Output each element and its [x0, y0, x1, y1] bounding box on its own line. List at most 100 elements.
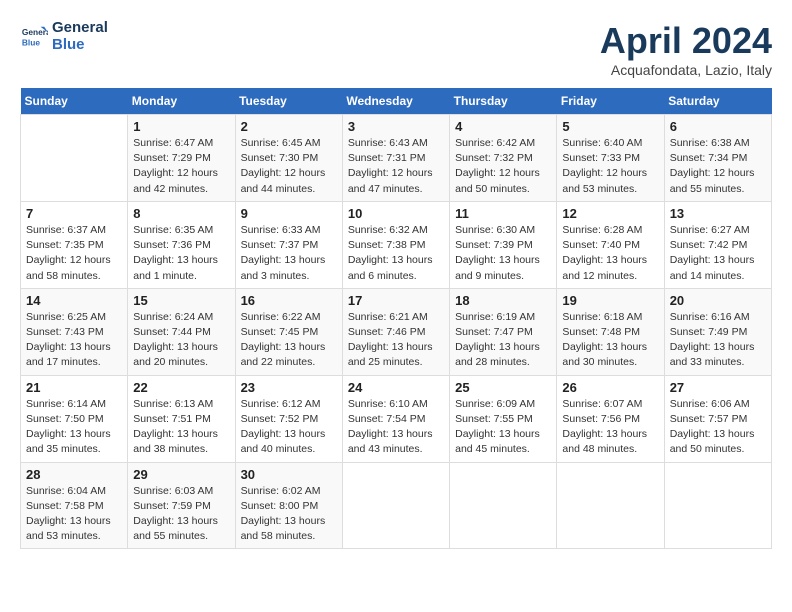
day-number: 26 — [562, 380, 658, 395]
day-info: Sunrise: 6:21 AMSunset: 7:46 PMDaylight:… — [348, 310, 444, 371]
calendar-cell: 24 Sunrise: 6:10 AMSunset: 7:54 PMDayligh… — [342, 375, 449, 462]
week-row-2: 7Sunrise: 6:37 AMSunset: 7:35 PMDaylight… — [21, 201, 772, 288]
day-info: Sunrise: 6:04 AMSunset: 7:58 PMDaylight:… — [26, 484, 122, 545]
logo-icon: General Blue — [20, 23, 48, 51]
day-info: Sunrise: 6:25 AMSunset: 7:43 PMDaylight:… — [26, 310, 122, 371]
day-number: 15 — [133, 293, 229, 308]
calendar-cell: 26 Sunrise: 6:07 AMSunset: 7:56 PMDayligh… — [557, 375, 664, 462]
day-info: Sunrise: 6:18 AMSunset: 7:48 PMDaylight:… — [562, 310, 658, 371]
day-number: 16 — [241, 293, 337, 308]
day-number: 12 — [562, 206, 658, 221]
day-info: Sunrise: 6:42 AMSunset: 7:32 PMDaylight:… — [455, 136, 551, 197]
day-info: Sunrise: 6:43 AMSunset: 7:31 PMDaylight:… — [348, 136, 444, 197]
day-info: Sunrise: 6:37 AMSunset: 7:35 PMDaylight:… — [26, 223, 122, 284]
calendar-cell: 20Sunrise: 6:16 AMSunset: 7:49 PMDayligh… — [664, 288, 771, 375]
day-info: Sunrise: 6:10 AMSunset: 7:54 PMDaylight:… — [348, 397, 444, 458]
day-info: Sunrise: 6:47 AMSunset: 7:29 PMDaylight:… — [133, 136, 229, 197]
column-header-tuesday: Tuesday — [235, 88, 342, 115]
day-info: Sunrise: 6:06 AMSunset: 7:57 PMDaylight:… — [670, 397, 766, 458]
column-header-sunday: Sunday — [21, 88, 128, 115]
day-number: 27 — [670, 380, 766, 395]
day-number: 24 — [348, 380, 444, 395]
day-info: Sunrise: 6:16 AMSunset: 7:49 PMDaylight:… — [670, 310, 766, 371]
day-info: Sunrise: 6:13 AMSunset: 7:51 PMDaylight:… — [133, 397, 229, 458]
day-info: Sunrise: 6:45 AMSunset: 7:30 PMDaylight:… — [241, 136, 337, 197]
day-number: 28 — [26, 467, 122, 482]
calendar-cell: 11Sunrise: 6:30 AMSunset: 7:39 PMDayligh… — [450, 201, 557, 288]
calendar-cell: 2 Sunrise: 6:45 AMSunset: 7:30 PMDaylight… — [235, 115, 342, 202]
day-info: Sunrise: 6:14 AMSunset: 7:50 PMDaylight:… — [26, 397, 122, 458]
month-title: April 2024 — [600, 20, 772, 62]
week-row-5: 28 Sunrise: 6:04 AMSunset: 7:58 PMDayligh… — [21, 462, 772, 549]
day-number: 4 — [455, 119, 551, 134]
calendar-cell: 25Sunrise: 6:09 AMSunset: 7:55 PMDayligh… — [450, 375, 557, 462]
day-number: 3 — [348, 119, 444, 134]
day-number: 30 — [241, 467, 337, 482]
day-info: Sunrise: 6:28 AMSunset: 7:40 PMDaylight:… — [562, 223, 658, 284]
day-number: 10 — [348, 206, 444, 221]
day-number: 13 — [670, 206, 766, 221]
day-info: Sunrise: 6:07 AMSunset: 7:56 PMDaylight:… — [562, 397, 658, 458]
header-row: SundayMondayTuesdayWednesdayThursdayFrid… — [21, 88, 772, 115]
day-info: Sunrise: 6:24 AMSunset: 7:44 PMDaylight:… — [133, 310, 229, 371]
calendar-cell: 23Sunrise: 6:12 AMSunset: 7:52 PMDayligh… — [235, 375, 342, 462]
calendar-cell: 29Sunrise: 6:03 AMSunset: 7:59 PMDayligh… — [128, 462, 235, 549]
calendar-cell: 16 Sunrise: 6:22 AMSunset: 7:45 PMDayligh… — [235, 288, 342, 375]
column-header-monday: Monday — [128, 88, 235, 115]
calendar-cell — [450, 462, 557, 549]
calendar-cell: 14 Sunrise: 6:25 AMSunset: 7:43 PMDayligh… — [21, 288, 128, 375]
calendar-cell: 7Sunrise: 6:37 AMSunset: 7:35 PMDaylight… — [21, 201, 128, 288]
day-number: 25 — [455, 380, 551, 395]
title-block: April 2024 Acquafondata, Lazio, Italy — [600, 20, 772, 78]
day-number: 6 — [670, 119, 766, 134]
calendar-table: SundayMondayTuesdayWednesdayThursdayFrid… — [20, 88, 772, 549]
calendar-cell: 27 Sunrise: 6:06 AMSunset: 7:57 PMDayligh… — [664, 375, 771, 462]
calendar-cell — [664, 462, 771, 549]
day-info: Sunrise: 6:27 AMSunset: 7:42 PMDaylight:… — [670, 223, 766, 284]
calendar-cell: 21 Sunrise: 6:14 AMSunset: 7:50 PMDayligh… — [21, 375, 128, 462]
day-info: Sunrise: 6:40 AMSunset: 7:33 PMDaylight:… — [562, 136, 658, 197]
column-header-thursday: Thursday — [450, 88, 557, 115]
calendar-cell: 19 Sunrise: 6:18 AMSunset: 7:48 PMDayligh… — [557, 288, 664, 375]
calendar-cell: 9Sunrise: 6:33 AMSunset: 7:37 PMDaylight… — [235, 201, 342, 288]
calendar-cell: 3 Sunrise: 6:43 AMSunset: 7:31 PMDaylight… — [342, 115, 449, 202]
day-number: 22 — [133, 380, 229, 395]
week-row-1: 1 Sunrise: 6:47 AMSunset: 7:29 PMDaylight… — [21, 115, 772, 202]
day-number: 19 — [562, 293, 658, 308]
calendar-cell: 28 Sunrise: 6:04 AMSunset: 7:58 PMDayligh… — [21, 462, 128, 549]
column-header-wednesday: Wednesday — [342, 88, 449, 115]
day-number: 18 — [455, 293, 551, 308]
calendar-cell — [21, 115, 128, 202]
calendar-cell: 17 Sunrise: 6:21 AMSunset: 7:46 PMDayligh… — [342, 288, 449, 375]
calendar-cell: 18 Sunrise: 6:19 AMSunset: 7:47 PMDayligh… — [450, 288, 557, 375]
calendar-cell — [342, 462, 449, 549]
day-number: 11 — [455, 206, 551, 221]
day-number: 2 — [241, 119, 337, 134]
calendar-cell: 5Sunrise: 6:40 AMSunset: 7:33 PMDaylight… — [557, 115, 664, 202]
day-number: 14 — [26, 293, 122, 308]
calendar-cell: 1 Sunrise: 6:47 AMSunset: 7:29 PMDaylight… — [128, 115, 235, 202]
calendar-cell: 22 Sunrise: 6:13 AMSunset: 7:51 PMDayligh… — [128, 375, 235, 462]
day-number: 17 — [348, 293, 444, 308]
day-info: Sunrise: 6:35 AMSunset: 7:36 PMDaylight:… — [133, 223, 229, 284]
logo-text-line2: Blue — [52, 37, 108, 54]
day-info: Sunrise: 6:32 AMSunset: 7:38 PMDaylight:… — [348, 223, 444, 284]
week-row-4: 21 Sunrise: 6:14 AMSunset: 7:50 PMDayligh… — [21, 375, 772, 462]
day-info: Sunrise: 6:22 AMSunset: 7:45 PMDaylight:… — [241, 310, 337, 371]
calendar-cell: 6Sunrise: 6:38 AMSunset: 7:34 PMDaylight… — [664, 115, 771, 202]
calendar-cell: 30Sunrise: 6:02 AMSunset: 8:00 PMDayligh… — [235, 462, 342, 549]
day-info: Sunrise: 6:19 AMSunset: 7:47 PMDaylight:… — [455, 310, 551, 371]
day-number: 21 — [26, 380, 122, 395]
calendar-cell: 12 Sunrise: 6:28 AMSunset: 7:40 PMDayligh… — [557, 201, 664, 288]
day-number: 8 — [133, 206, 229, 221]
day-number: 23 — [241, 380, 337, 395]
logo: General Blue General Blue — [20, 20, 108, 53]
calendar-cell: 15 Sunrise: 6:24 AMSunset: 7:44 PMDayligh… — [128, 288, 235, 375]
location-label: Acquafondata, Lazio, Italy — [600, 62, 772, 78]
calendar-cell: 4 Sunrise: 6:42 AMSunset: 7:32 PMDaylight… — [450, 115, 557, 202]
logo-text-line1: General — [52, 20, 108, 37]
day-info: Sunrise: 6:33 AMSunset: 7:37 PMDaylight:… — [241, 223, 337, 284]
week-row-3: 14 Sunrise: 6:25 AMSunset: 7:43 PMDayligh… — [21, 288, 772, 375]
day-number: 1 — [133, 119, 229, 134]
calendar-cell — [557, 462, 664, 549]
